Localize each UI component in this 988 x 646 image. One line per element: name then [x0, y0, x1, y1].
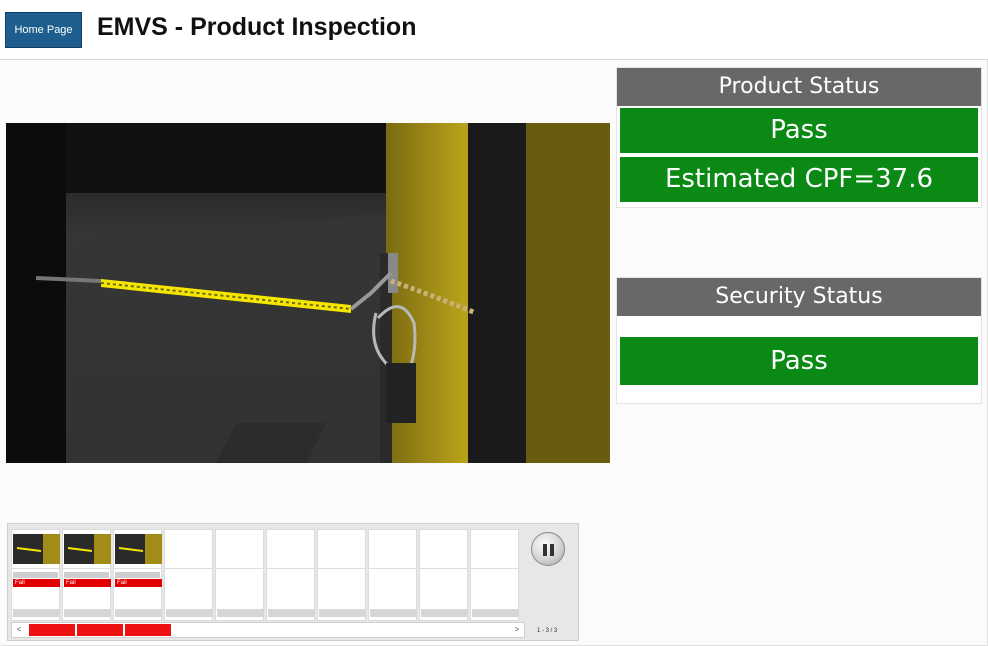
slot-footer [319, 609, 366, 617]
security-status-title: Security Status [617, 278, 981, 316]
slot-divider [369, 568, 416, 569]
security-status-panel: Security Status Pass [616, 277, 982, 404]
scroll-marker-fail[interactable] [29, 624, 76, 636]
empty-thumbnail-slot [470, 529, 519, 621]
product-result-badge: Pass [620, 108, 978, 153]
thumbnail-info-bar [13, 572, 58, 578]
slot-footer [421, 609, 468, 617]
slot-divider [471, 568, 518, 569]
thumbnail-divider [114, 568, 161, 569]
empty-thumbnail-slot [419, 529, 468, 621]
capture-image [13, 534, 60, 564]
slot-footer [268, 609, 315, 617]
thumbnail-divider [12, 568, 59, 569]
capture-thumbnail[interactable]: Fail [11, 529, 60, 621]
thumbnail-footer [13, 609, 60, 617]
scroll-marker-fail[interactable] [77, 624, 124, 636]
capture-thumbnail[interactable]: Fail [113, 529, 162, 621]
thumbnail-grid: Fail Fail Fail [11, 529, 525, 621]
empty-thumbnail-slot [266, 529, 315, 621]
product-status-panel: Product Status Pass Estimated CPF=37.6 [616, 67, 982, 208]
pause-button[interactable] [531, 532, 565, 566]
slot-divider [267, 568, 314, 569]
thumbnail-footer [115, 609, 162, 617]
estimated-cpf-badge: Estimated CPF=37.6 [620, 157, 978, 202]
pause-icon-bar [550, 544, 554, 556]
filmstrip-scrollbar[interactable]: < > [11, 622, 525, 638]
capture-thumbnail[interactable]: Fail [62, 529, 111, 621]
security-result-badge: Pass [620, 337, 978, 385]
thumbnail-divider [63, 568, 110, 569]
header-bar: Home Page EMVS - Product Inspection [0, 0, 988, 60]
slot-divider [165, 568, 212, 569]
scroll-right-arrow[interactable]: > [510, 623, 524, 637]
empty-thumbnail-slot [215, 529, 264, 621]
slot-divider [420, 568, 467, 569]
slot-divider [216, 568, 263, 569]
camera-video-feed [6, 123, 610, 463]
slot-footer [472, 609, 519, 617]
empty-thumbnail-slot [368, 529, 417, 621]
slot-divider [318, 568, 365, 569]
scroll-marker-fail[interactable] [125, 624, 172, 636]
pause-icon [543, 544, 547, 556]
app-window: Home Page EMVS - Product Inspection Prod… [0, 0, 988, 646]
capture-image [115, 534, 162, 564]
empty-thumbnail-slot [317, 529, 366, 621]
thumbnail-info-bar [115, 572, 160, 578]
product-status-title: Product Status [617, 68, 981, 106]
capture-filmstrip: Fail Fail Fail < > 1 - 3 / 3 [7, 523, 579, 641]
scroll-left-arrow[interactable]: < [12, 623, 26, 637]
fail-badge: Fail [13, 579, 60, 587]
empty-thumbnail-slot [164, 529, 213, 621]
slot-footer [217, 609, 264, 617]
thumbnail-info-bar [64, 572, 109, 578]
slot-footer [370, 609, 417, 617]
capture-image [64, 534, 111, 564]
slot-footer [166, 609, 213, 617]
thumbnail-footer [64, 609, 111, 617]
home-page-button[interactable]: Home Page [5, 12, 82, 48]
page-title: EMVS - Product Inspection [97, 13, 417, 41]
fail-badge: Fail [115, 579, 162, 587]
page-counter: 1 - 3 / 3 [537, 628, 558, 634]
fail-badge: Fail [64, 579, 111, 587]
